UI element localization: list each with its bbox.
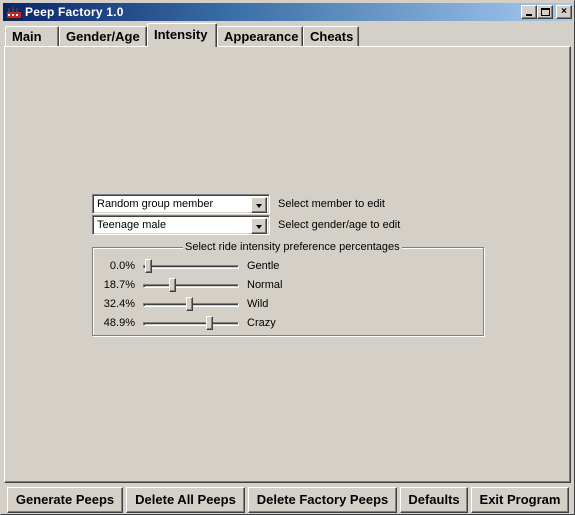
tab-gender-age[interactable]: Gender/Age — [59, 26, 147, 47]
crazy-slider-thumb[interactable] — [206, 316, 214, 330]
intensity-groupbox: Select ride intensity preference percent… — [92, 241, 484, 336]
tab-intensity[interactable]: Intensity — [147, 23, 217, 47]
exit-program-button[interactable]: Exit Program — [471, 487, 569, 513]
gender-age-select-dropdown-button[interactable] — [251, 218, 267, 234]
gentle-label: Gentle — [247, 260, 280, 272]
factory-icon — [6, 7, 22, 19]
wild-slider-thumb[interactable] — [185, 297, 193, 311]
close-button[interactable]: × — [556, 5, 572, 19]
normal-slider-track[interactable] — [143, 284, 239, 288]
wild-label: Wild — [247, 298, 269, 310]
gender-age-select-value: Teenage male — [97, 219, 167, 231]
wild-percent: 32.4% — [103, 298, 135, 310]
chevron-down-icon — [256, 225, 262, 229]
tab-strip: Main Gender/Age Intensity Appearance Che… — [3, 23, 572, 47]
slider-row-crazy: 48.9% Crazy — [93, 314, 483, 333]
minimize-icon — [526, 14, 532, 16]
gender-age-select[interactable]: Teenage male — [92, 215, 270, 235]
slider-row-normal: 18.7% Normal — [93, 276, 483, 295]
defaults-button[interactable]: Defaults — [400, 487, 468, 513]
slider-row-gentle: 0.0% Gentle — [93, 257, 483, 276]
member-select[interactable]: Random group member — [92, 194, 270, 214]
delete-factory-peeps-button[interactable]: Delete Factory Peeps — [248, 487, 397, 513]
normal-label: Normal — [247, 279, 283, 291]
normal-percent: 18.7% — [103, 279, 135, 291]
chevron-down-icon — [256, 204, 262, 208]
tab-appearance[interactable]: Appearance — [217, 26, 303, 47]
close-icon: × — [561, 6, 567, 17]
crazy-slider-track[interactable] — [143, 322, 239, 326]
window-title: Peep Factory 1.0 — [25, 5, 124, 19]
gentle-slider-track[interactable] — [143, 265, 239, 269]
member-select-value: Random group member — [97, 198, 214, 210]
peep-factory-window: Peep Factory 1.0 × Main Gender/Age Inten… — [0, 0, 575, 515]
slider-row-wild: 32.4% Wild — [93, 295, 483, 314]
member-select-dropdown-button[interactable] — [251, 197, 267, 213]
gender-age-select-label: Select gender/age to edit — [278, 219, 401, 231]
tab-main[interactable]: Main — [5, 26, 59, 47]
crazy-label: Crazy — [247, 317, 276, 329]
groupbox-title: Select ride intensity preference percent… — [183, 241, 402, 253]
delete-all-peeps-button[interactable]: Delete All Peeps — [126, 487, 245, 513]
minimize-button[interactable] — [521, 5, 537, 19]
tab-cheats[interactable]: Cheats — [303, 26, 359, 47]
member-select-label: Select member to edit — [278, 198, 385, 210]
normal-slider-thumb[interactable] — [168, 278, 176, 292]
gentle-slider-thumb[interactable] — [145, 259, 152, 273]
maximize-icon — [541, 8, 550, 16]
maximize-button[interactable] — [537, 5, 553, 19]
gentle-percent: 0.0% — [109, 260, 135, 272]
generate-peeps-button[interactable]: Generate Peeps — [7, 487, 123, 513]
crazy-percent: 48.9% — [103, 317, 135, 329]
title-bar[interactable]: Peep Factory 1.0 × — [3, 3, 572, 21]
